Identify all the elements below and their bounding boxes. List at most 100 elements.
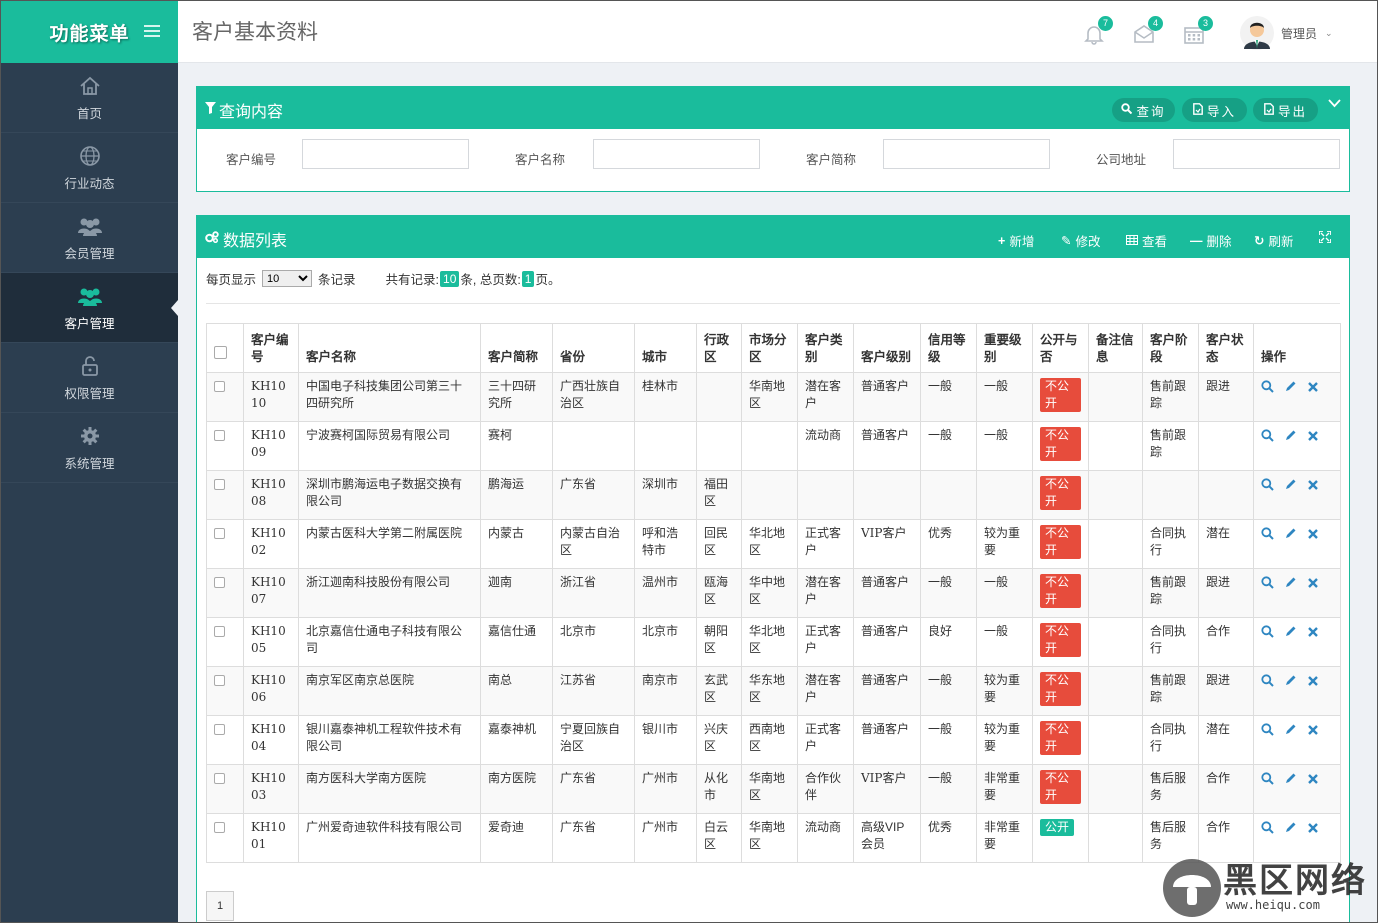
fullscreen-button[interactable]	[1318, 230, 1332, 246]
column-header[interactable]: 行政区	[696, 323, 742, 373]
sidebar-item-system[interactable]: 系统管理	[1, 413, 178, 483]
customer-name-input[interactable]	[593, 139, 760, 169]
collapse-chevron-icon[interactable]	[1328, 97, 1341, 111]
customer-short-input[interactable]	[883, 139, 1050, 169]
sidebar-item-industry[interactable]: 行业动态	[1, 133, 178, 203]
export-button[interactable]: 导出	[1253, 98, 1318, 122]
delete-row-icon[interactable]	[1307, 724, 1319, 739]
table-cell: 普通客户	[853, 715, 921, 765]
select-all-checkbox[interactable]	[214, 346, 227, 359]
table-row[interactable]: KH1004 银川嘉泰神机工程软件技术有限公司 嘉泰神机 宁夏回族自治区 银川市 兴庆区西…	[206, 715, 1341, 765]
import-button[interactable]: 导入	[1182, 98, 1247, 122]
table-row[interactable]: KH1005 北京嘉信仕通电子科技有限公司 嘉信仕通 北京市 北京市 朝阳区 华北地区 正式客…	[206, 617, 1341, 667]
view-row-icon[interactable]	[1261, 527, 1274, 543]
row-checkbox[interactable]	[214, 430, 225, 441]
edit-row-icon[interactable]	[1284, 772, 1297, 788]
view-row-icon[interactable]	[1261, 380, 1274, 396]
table-row[interactable]: KH1007 浙江迦南科技股份有限公司 迦南 浙江省 温州市 瓯海区 华中地区 潜在客户 普通客…	[206, 568, 1341, 618]
row-actions	[1261, 378, 1333, 396]
column-header[interactable]: 客户阶段	[1142, 323, 1199, 373]
delete-button[interactable]: — 删除	[1190, 231, 1232, 250]
edit-row-icon[interactable]	[1284, 380, 1297, 396]
add-button[interactable]: + 新增	[998, 231, 1034, 250]
delete-row-icon[interactable]	[1307, 430, 1319, 445]
sidebar-item-members[interactable]: 会员管理	[1, 203, 178, 273]
delete-row-icon[interactable]	[1307, 479, 1319, 494]
company-address-input[interactable]	[1173, 139, 1340, 169]
sidebar-item-permissions[interactable]: 权限管理	[1, 343, 178, 413]
row-checkbox[interactable]	[214, 675, 225, 686]
edit-row-icon[interactable]	[1284, 723, 1297, 739]
delete-row-icon[interactable]	[1307, 773, 1319, 788]
sidebar-item-home[interactable]: 首页	[1, 63, 178, 133]
delete-row-icon[interactable]	[1307, 626, 1319, 641]
view-label: 查看	[1142, 235, 1168, 249]
table-row[interactable]: KH1008 深圳市鹏海运电子数据交换有限公司 鹏海运 广东省 深圳市 福田区 不公开	[206, 470, 1341, 520]
column-header[interactable]: 备注信息	[1088, 323, 1143, 373]
column-header[interactable]: 客户级别	[853, 323, 921, 373]
row-checkbox[interactable]	[214, 577, 225, 588]
column-header[interactable]: 客户简称	[480, 323, 553, 373]
view-row-icon[interactable]	[1261, 772, 1274, 788]
table-row[interactable]: KH1003 南方医科大学南方医院 南方医院 广东省 广州市 从化市 华南地区 合作伙伴 VIP…	[206, 764, 1341, 814]
edit-row-icon[interactable]	[1284, 429, 1297, 445]
column-header[interactable]: 客户编号	[243, 323, 299, 373]
column-header[interactable]: 市场分区	[741, 323, 798, 373]
messages-button[interactable]: 4	[1133, 16, 1163, 45]
edit-row-icon[interactable]	[1284, 821, 1297, 837]
page-1-button[interactable]: 1	[206, 891, 234, 921]
edit-row-icon[interactable]	[1284, 674, 1297, 690]
view-row-icon[interactable]	[1261, 429, 1274, 445]
column-header[interactable]: 客户名称	[298, 323, 481, 373]
view-row-icon[interactable]	[1261, 821, 1274, 837]
table-row[interactable]: KH1009 宁波赛柯国际贸易有限公司 赛柯 流动商 普通客户 一般 一般 不公开 售前跟踪	[206, 421, 1341, 471]
view-button[interactable]: 查看	[1126, 231, 1167, 250]
tasks-button[interactable]: 3	[1183, 16, 1213, 45]
delete-row-icon[interactable]	[1307, 822, 1319, 837]
delete-row-icon[interactable]	[1307, 577, 1319, 592]
view-row-icon[interactable]	[1261, 576, 1274, 592]
delete-row-icon[interactable]	[1307, 528, 1319, 543]
column-header[interactable]: 信用等级	[920, 323, 977, 373]
column-header[interactable]: 重要级别	[976, 323, 1033, 373]
edit-row-icon[interactable]	[1284, 625, 1297, 641]
per-page-select[interactable]: 10	[262, 270, 313, 287]
customer-code-input[interactable]	[302, 139, 469, 169]
table-cell: 普通客户	[853, 617, 921, 667]
row-checkbox[interactable]	[214, 479, 225, 490]
edit-button[interactable]: ✎ 修改	[1061, 231, 1101, 250]
column-header[interactable]: 城市	[634, 323, 697, 373]
row-checkbox[interactable]	[214, 724, 225, 735]
search-button[interactable]: 查询	[1112, 98, 1175, 122]
row-checkbox[interactable]	[214, 773, 225, 784]
table-row[interactable]: KH1006 南京军区南京总医院 南总 江苏省 南京市 玄武区 华东地区 潜在客户 普通客户 一般…	[206, 666, 1341, 716]
view-row-icon[interactable]	[1261, 674, 1274, 690]
refresh-button[interactable]: ↻ 刷新	[1254, 231, 1294, 250]
user-menu[interactable]: 管理员 ⌄	[1239, 15, 1333, 51]
row-checkbox[interactable]	[214, 822, 225, 833]
column-header[interactable]: 操作	[1253, 323, 1341, 373]
edit-row-icon[interactable]	[1284, 527, 1297, 543]
row-checkbox[interactable]	[214, 381, 225, 392]
column-header[interactable]: 客户状态	[1198, 323, 1254, 373]
delete-row-icon[interactable]	[1307, 381, 1319, 396]
sidebar-item-customers[interactable]: 客户管理	[1, 273, 178, 343]
menu-toggle-icon[interactable]	[144, 25, 160, 37]
column-header[interactable]: 公开与否	[1032, 323, 1089, 373]
edit-row-icon[interactable]	[1284, 576, 1297, 592]
edit-row-icon[interactable]	[1284, 478, 1297, 494]
row-checkbox[interactable]	[214, 528, 225, 539]
column-header[interactable]: 客户类别	[797, 323, 854, 373]
table-cell: 一般	[976, 372, 1033, 422]
notifications-button[interactable]: 7	[1083, 16, 1113, 45]
row-checkbox[interactable]	[214, 626, 225, 637]
table-row[interactable]: KH1002 内蒙古医科大学第二附属医院 内蒙古 内蒙古自治区 呼和浩特市 回民区 华北地区…	[206, 519, 1341, 569]
view-row-icon[interactable]	[1261, 723, 1274, 739]
table-row[interactable]: KH1010 中国电子科技集团公司第三十四研究所 三十四研究所 广西壮族自治区 桂林市华…	[206, 372, 1341, 422]
column-header[interactable]: 省份	[552, 323, 635, 373]
view-row-icon[interactable]	[1261, 478, 1274, 494]
view-row-icon[interactable]	[1261, 625, 1274, 641]
public-status-cell: 不公开	[1032, 666, 1089, 716]
delete-row-icon[interactable]	[1307, 675, 1319, 690]
table-row[interactable]: KH1001 广州爱奇迪软件科技有限公司 爱奇迪 广东省 广州市 白云区 华南地区 流动商 高级…	[206, 813, 1341, 863]
